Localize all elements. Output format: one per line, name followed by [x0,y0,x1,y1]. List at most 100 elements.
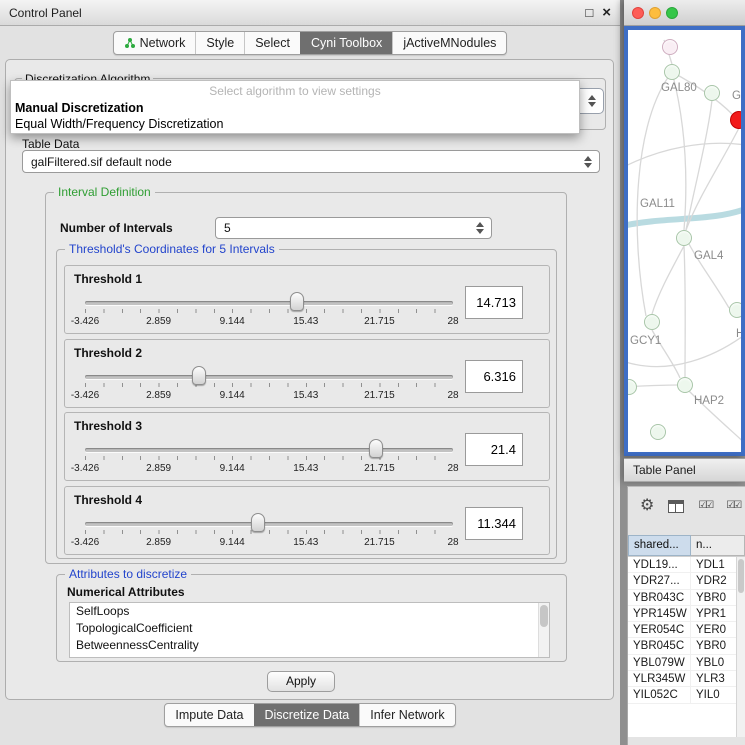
tab-network[interactable]: Network [114,32,196,54]
table-row[interactable]: YBR043CYBR0 [628,590,745,606]
slider-track[interactable] [85,522,453,526]
slider-scale-label: 2.859 [146,463,171,474]
network-node-hap2[interactable] [677,377,693,393]
threshold-2-value-field[interactable]: 6.316 [465,360,523,393]
tab-style[interactable]: Style [195,32,244,54]
apply-button[interactable]: Apply [267,671,335,692]
mac-zoom-button[interactable] [666,7,678,19]
tab-style-label: Style [206,36,234,50]
slider-thumb[interactable] [251,513,265,532]
table-row[interactable]: YIL052CYIL0 [628,687,745,703]
number-of-intervals-value: 5 [224,221,231,235]
mac-minimize-button[interactable] [649,7,661,19]
table-panel-window: ⚙ ☑☑ ☑☑ shared... n... YDL19...YDL1YDR27… [627,486,745,745]
columns-icon[interactable] [668,500,684,513]
cell-shared-name[interactable]: YER054C [628,622,691,637]
table-row[interactable]: YDR27...YDR2 [628,573,745,589]
node-label-gal11: GAL11 [640,198,675,210]
slider-track[interactable] [85,448,453,452]
network-node[interactable] [729,302,745,318]
slider-scale-label: 15.43 [293,316,318,327]
threshold-4-slider[interactable]: -3.4262.8599.14415.4321.71528 [85,511,453,553]
slider-thumb[interactable] [192,366,206,385]
attribute-item[interactable]: BetweennessCentrality [70,637,549,654]
attributes-scrollbar[interactable] [538,603,549,657]
numerical-attributes-list[interactable]: SelfLoopsTopologicalCoefficientBetweenne… [69,602,550,658]
option-manual-discretization[interactable]: Manual Discretization [15,101,144,115]
network-node-gal80[interactable] [664,64,680,80]
cell-shared-name[interactable]: YLR345W [628,671,691,686]
tab-cyni-toolbox[interactable]: Cyni Toolbox [300,32,392,54]
slider-thumb[interactable] [290,292,304,311]
algorithm-dropdown-popup: Select algorithm to view settings Manual… [10,80,580,134]
threshold-1-value-field[interactable]: 14.713 [465,286,523,319]
cell-shared-name[interactable]: YDL19... [628,557,691,572]
tab-network-label: Network [140,36,186,50]
slider-thumb[interactable] [369,439,383,458]
attributes-group: Attributes to discretize Numerical Attri… [56,574,567,662]
table-body[interactable]: YDL19...YDL1YDR27...YDR2YBR043CYBR0YPR14… [628,556,745,737]
cell-shared-name[interactable]: YBR043C [628,590,691,605]
float-window-icon[interactable]: □ [585,6,593,19]
slider-scale: -3.4262.8599.14415.4321.71528 [85,463,453,475]
option-equal-width-frequency[interactable]: Equal Width/Frequency Discretization [15,117,223,131]
cell-shared-name[interactable]: YPR145W [628,606,691,621]
network-node-gal4[interactable] [676,230,692,246]
network-canvas[interactable]: GAL80 GA GAL11 GAL4 GCY1 H HAP2 [624,26,745,456]
network-node-selected-red[interactable] [730,111,745,129]
threshold-1-label: Threshold 1 [74,272,142,286]
select-all-icon[interactable]: ☑☑ [726,500,740,512]
cell-shared-name[interactable]: YBL079W [628,655,691,670]
slider-scale-label: 15.43 [293,463,318,474]
combo-arrows-icon [476,222,484,234]
table-row[interactable]: YBL079WYBL0 [628,655,745,671]
scrollbar-thumb[interactable] [540,605,548,627]
attribute-item[interactable]: TopologicalCoefficient [70,620,549,637]
table-row[interactable]: YLR345WYLR3 [628,671,745,687]
slider-scale-label: -3.426 [71,390,99,401]
threshold-3-value-field[interactable]: 21.4 [465,433,523,466]
threshold-2-slider[interactable]: -3.4262.8599.14415.4321.71528 [85,364,453,406]
table-scrollbar[interactable] [736,557,745,737]
threshold-1-slider[interactable]: -3.4262.8599.14415.4321.71528 [85,290,453,332]
slider-scale-label: 9.144 [220,537,245,548]
threshold-4-value-field[interactable]: 11.344 [465,507,523,540]
number-of-intervals-combobox[interactable]: 5 [215,217,492,239]
cell-shared-name[interactable]: YIL052C [628,687,691,702]
table-row[interactable]: YDL19...YDL1 [628,557,745,573]
gear-icon[interactable]: ⚙ [640,498,654,514]
network-node[interactable] [650,424,666,440]
cell-shared-name[interactable]: YDR27... [628,573,691,588]
scrollbar-thumb[interactable] [738,559,744,593]
algorithm-hint: Select algorithm to view settings [11,84,579,98]
tab-impute-data[interactable]: Impute Data [165,704,253,726]
tab-jactivemnodules[interactable]: jActiveMNodules [392,32,506,54]
slider-scale-label: 28 [447,316,458,327]
column-header-name[interactable]: n... [691,535,745,556]
slider-ticks [85,530,453,534]
attributes-legend: Attributes to discretize [65,567,191,581]
table-row[interactable]: YER054CYER0 [628,622,745,638]
network-node-gcy1[interactable] [644,314,660,330]
tab-select[interactable]: Select [244,32,300,54]
table-row[interactable]: YPR145WYPR1 [628,606,745,622]
slider-track[interactable] [85,375,453,379]
threshold-3-slider[interactable]: -3.4262.8599.14415.4321.71528 [85,437,453,479]
interval-definition-legend: Interval Definition [54,185,155,199]
mac-close-button[interactable] [632,7,644,19]
tab-discretize-data[interactable]: Discretize Data [254,704,360,726]
close-icon[interactable]: × [602,6,611,19]
window-title: Control Panel [9,6,82,20]
network-node[interactable] [704,85,720,101]
network-node[interactable] [662,39,678,55]
tab-infer-network[interactable]: Infer Network [359,704,454,726]
cell-shared-name[interactable]: YBR045C [628,638,691,653]
threshold-3-label: Threshold 3 [74,419,142,433]
attribute-item[interactable]: SelfLoops [70,603,549,620]
table-row[interactable]: YBR045CYBR0 [628,638,745,654]
column-header-shared-name[interactable]: shared... [628,535,691,556]
threshold-3-block: Threshold 3 -3.4262.8599.14415.4321.7152… [64,412,550,481]
table-data-combobox[interactable]: galFiltered.sif default node [22,150,600,173]
slider-track[interactable] [85,301,453,305]
select-rows-icon[interactable]: ☑☑ [698,500,712,512]
